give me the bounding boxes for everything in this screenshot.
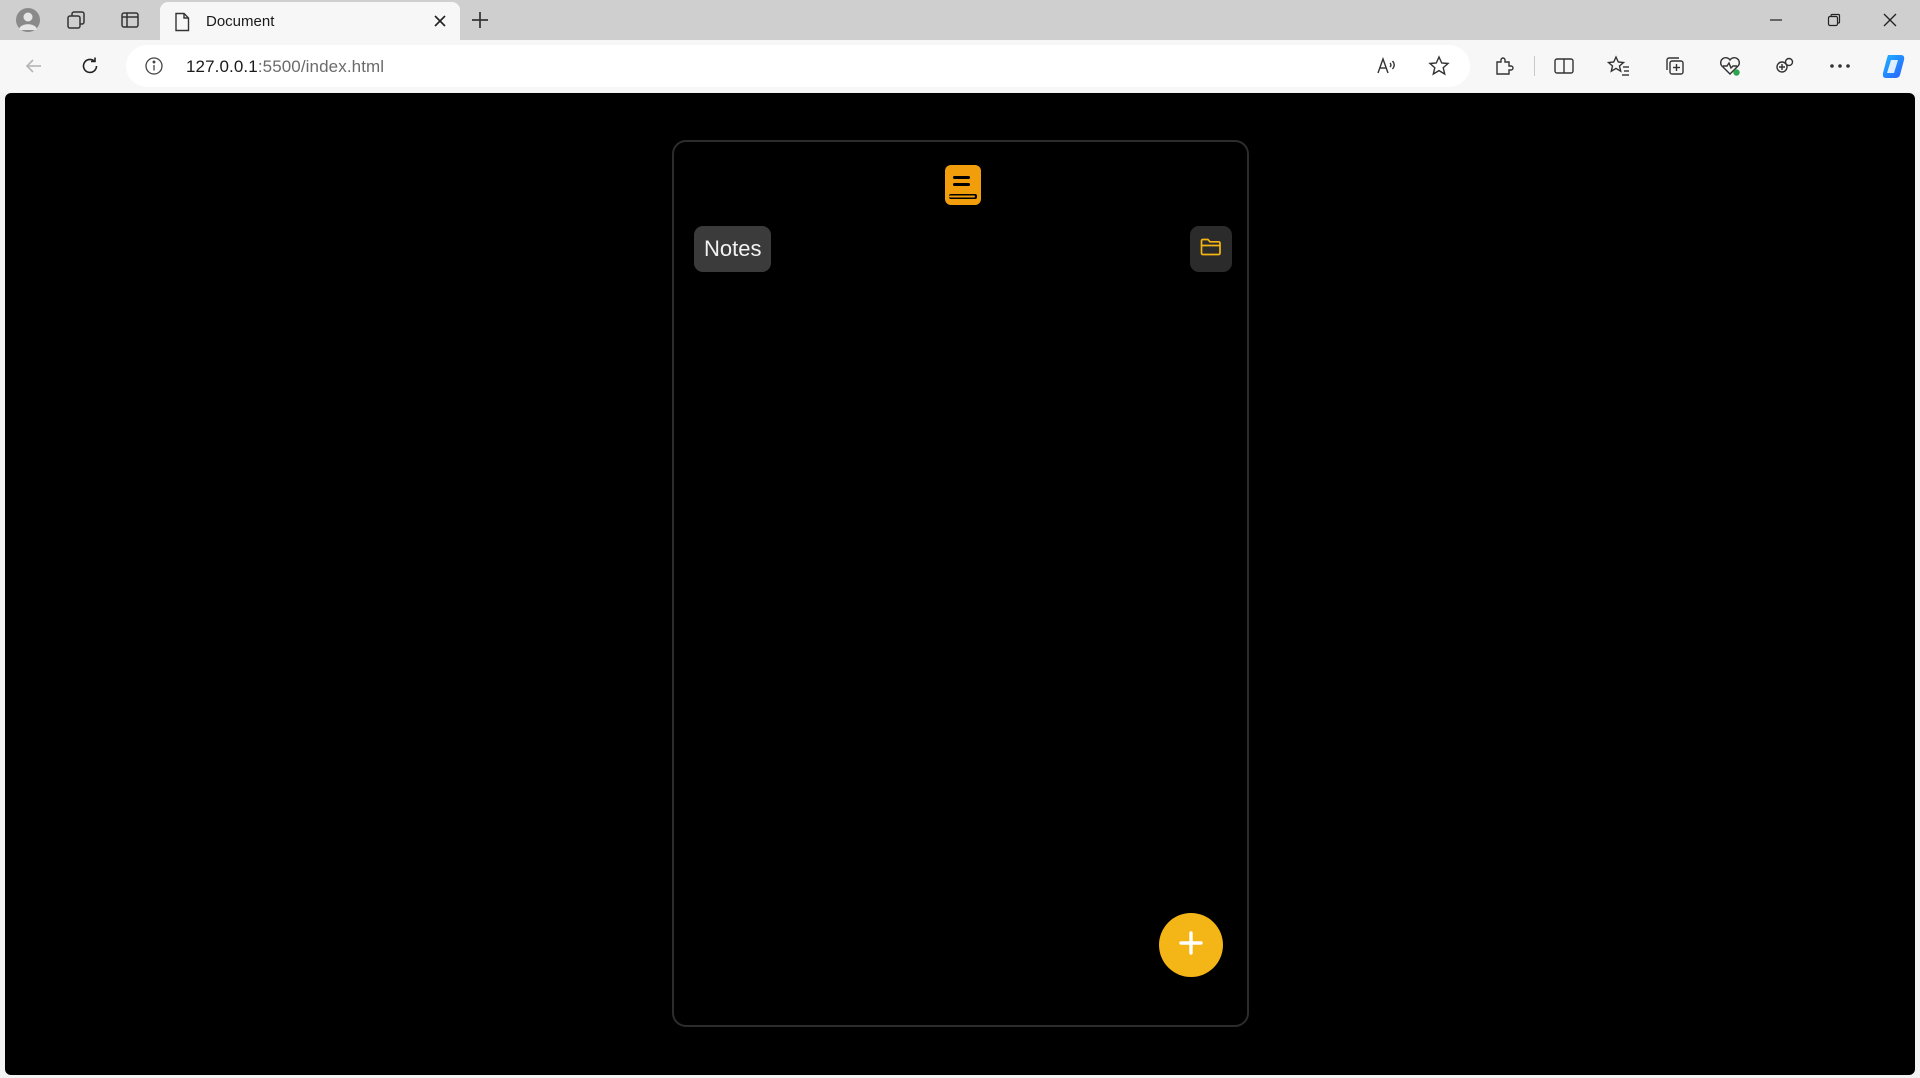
vertical-tabs-icon[interactable] — [112, 4, 148, 36]
plus-icon — [1178, 930, 1204, 961]
minimize-button[interactable] — [1748, 0, 1804, 40]
site-info-icon[interactable] — [144, 56, 164, 81]
close-tab-icon[interactable] — [428, 9, 452, 33]
notes-app-container: Notes — [672, 140, 1249, 1027]
folder-icon — [1200, 238, 1222, 261]
split-screen-icon[interactable] — [1546, 50, 1582, 82]
browser-tab[interactable]: Document — [160, 2, 460, 40]
collections-icon[interactable] — [1657, 50, 1693, 82]
extensions-icon[interactable] — [1486, 50, 1522, 82]
read-aloud-icon[interactable] — [1370, 50, 1404, 82]
copilot-assist-icon[interactable] — [1767, 50, 1803, 82]
tab-title: Document — [206, 13, 275, 30]
close-window-button[interactable] — [1862, 0, 1918, 40]
browser-toolbar: 127.0.0.1:5500/index.html — [0, 40, 1920, 92]
document-icon — [174, 12, 190, 37]
browser-tab-strip: Document — [0, 0, 1920, 40]
page-viewport: Notes — [5, 93, 1915, 1075]
favorite-star-icon[interactable] — [1422, 50, 1456, 82]
refresh-button[interactable] — [72, 50, 108, 82]
back-button[interactable] — [16, 50, 52, 82]
favorites-icon[interactable] — [1601, 50, 1637, 82]
profile-icon[interactable] — [10, 4, 46, 36]
copilot-icon[interactable] — [1876, 50, 1912, 82]
book-icon — [944, 164, 982, 206]
browser-essentials-icon[interactable] — [1712, 50, 1748, 82]
add-note-button[interactable] — [1159, 913, 1223, 977]
more-options-icon[interactable] — [1822, 50, 1858, 82]
toolbar-divider — [1534, 56, 1535, 76]
url-path: :5500/index.html — [257, 57, 385, 76]
page-title: Notes — [694, 226, 772, 272]
workspaces-icon[interactable] — [58, 4, 94, 36]
url-text[interactable]: 127.0.0.1:5500/index.html — [186, 57, 384, 77]
folder-button[interactable] — [1190, 226, 1232, 272]
address-bar[interactable]: 127.0.0.1:5500/index.html — [126, 45, 1470, 87]
restore-button[interactable] — [1806, 0, 1862, 40]
url-host: 127.0.0.1 — [186, 57, 258, 76]
new-tab-button[interactable] — [462, 4, 498, 36]
